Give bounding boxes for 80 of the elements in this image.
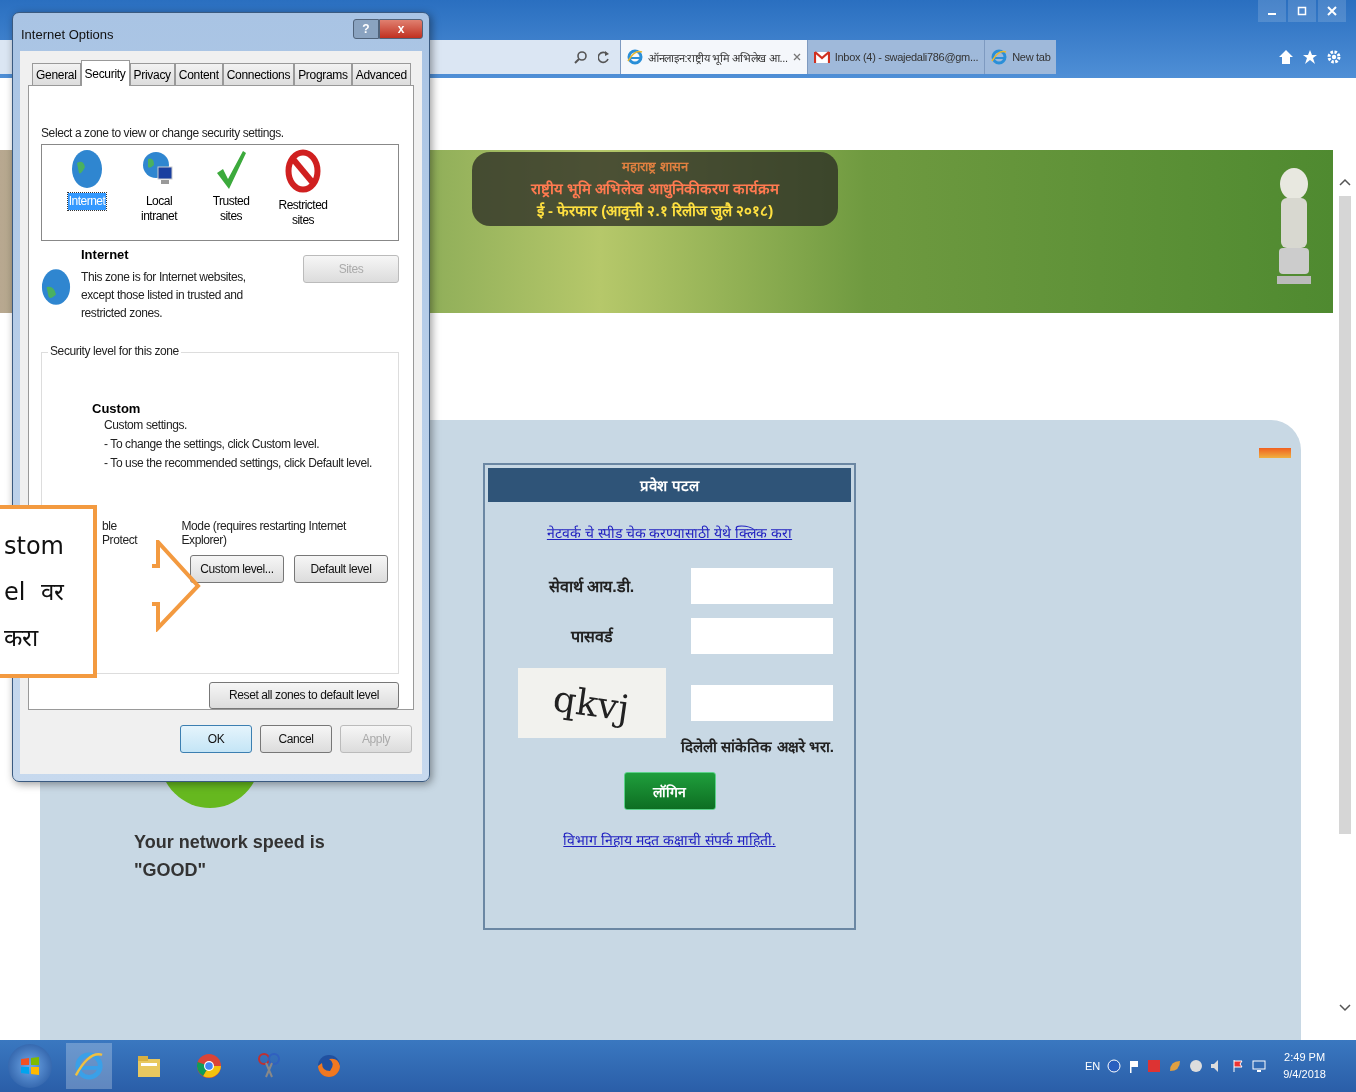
level-description: - To change the settings, click Custom level.	[104, 436, 321, 454]
zone-prompt: Select a zone to view or change security settings.	[41, 126, 285, 140]
globe-icon	[41, 267, 71, 308]
globe-icon	[71, 149, 103, 189]
restore-icon[interactable]	[1288, 0, 1316, 22]
scroll-up-icon[interactable]	[1338, 178, 1351, 186]
start-button[interactable]	[8, 1044, 52, 1088]
browser-tab[interactable]: ऑनलाइन:राष्ट्रीय भूमि अभिलेख आ...	[620, 40, 807, 74]
network-speed-text: "GOOD"	[134, 859, 207, 882]
dialog-button[interactable]: OK	[180, 725, 252, 753]
star-icon[interactable]	[1302, 49, 1318, 65]
close-button[interactable]: x	[379, 19, 423, 39]
home-icon[interactable]	[1278, 49, 1294, 65]
protected-mode-label: Mode (requires restarting Internet Explorer)	[181, 519, 348, 548]
leaf-icon[interactable]	[1168, 1059, 1183, 1073]
reset-zones-button[interactable]: Reset all zones to default level	[209, 681, 399, 709]
level-button[interactable]: Custom level...	[190, 555, 284, 584]
dialog-button[interactable]: Cancel	[260, 725, 332, 753]
scroll-down-icon[interactable]	[1338, 1004, 1351, 1012]
language-indicator[interactable]: EN	[1084, 1060, 1101, 1072]
dialog-title: Internet Options	[21, 27, 115, 42]
browser-logo-icon[interactable]	[66, 1043, 112, 1089]
captcha-field[interactable]	[690, 685, 833, 721]
zone-item[interactable]: Restricted sites	[272, 197, 334, 229]
banner-heading: महाराष्ट्र शासन	[622, 158, 688, 176]
clock-date[interactable]: 9/4/2018	[1283, 1066, 1326, 1083]
clock-time[interactable]: 2:49 PM	[1284, 1049, 1326, 1066]
dialog-tab[interactable]: Security	[80, 60, 130, 86]
level-description: - To use the recommended settings, click Default level.	[104, 455, 373, 473]
settings-icon[interactable]	[1326, 49, 1342, 65]
level-button[interactable]: Default level	[294, 555, 388, 584]
close-icon[interactable]	[1318, 0, 1346, 22]
field-label: पासवर्ड	[570, 626, 613, 647]
login-header: प्रवेश पटल	[488, 468, 851, 502]
zone-description: This zone is for Internet websites, except those listed in trusted and restricted zones.	[81, 269, 247, 323]
zone-name: Internet	[81, 247, 130, 263]
browser-tab[interactable]: New tab	[984, 40, 1057, 74]
callout-text: करा	[4, 622, 40, 654]
close-tab-icon[interactable]	[792, 53, 801, 61]
protected-mode-label: ble Protect	[102, 519, 139, 548]
refresh-icon[interactable]	[598, 50, 610, 64]
dialog-tab[interactable]: Advanced	[351, 63, 411, 85]
dialog-tab[interactable]: Privacy	[129, 63, 175, 85]
callout-text: el वर	[4, 576, 66, 608]
level-name: Custom	[92, 401, 142, 417]
banner-heading: राष्ट्रीय भूमि अभिलेख आधुनिकीकरण कार्यक्रम	[531, 179, 779, 200]
minimize-icon[interactable]	[1258, 0, 1286, 22]
mail-icon	[813, 50, 830, 64]
display-icon[interactable]	[1252, 1059, 1267, 1073]
checkmark-icon	[215, 149, 247, 189]
zone-item[interactable]: Local intranet	[128, 193, 190, 225]
dialog-tab[interactable]: General	[32, 63, 81, 85]
prohibited-icon	[285, 149, 321, 193]
login-button[interactable]: लॉगिन	[623, 772, 716, 810]
flag-tray-icon[interactable]	[1128, 1059, 1141, 1073]
zone-item[interactable]: Trusted sites	[200, 193, 262, 225]
password-field[interactable]	[690, 618, 833, 654]
speed-check-link[interactable]: नेटवर्क चे स्पीड चेक करण्यासाठी येथे क्लिक करा	[546, 523, 793, 542]
scroll-thumb[interactable]	[1338, 196, 1351, 834]
dialog-tab[interactable]: Programs	[294, 63, 352, 85]
action-center-icon[interactable]	[1231, 1059, 1246, 1073]
browser-logo-icon	[627, 49, 643, 65]
browser-logo-icon	[991, 49, 1008, 65]
captcha-hint: दिलेली सांकेतिक अक्षरे भरा.	[681, 737, 834, 756]
banner-heading: ई - फेरफार (आवृत्ती २.१ रिलीज जुलै २०१८)	[536, 201, 774, 222]
dialog-tab[interactable]: Connections	[222, 63, 295, 85]
captcha-image: qkvj	[517, 668, 666, 738]
search-icon[interactable]	[574, 50, 588, 64]
level-description: Custom settings.	[104, 417, 188, 435]
windows-logo-icon[interactable]	[19, 1055, 41, 1077]
flag-icon	[1259, 448, 1291, 458]
callout-text: stom	[4, 530, 65, 562]
help-contact-link[interactable]: विभाग निहाय मदत कक्षाची संपर्क माहिती.	[563, 830, 776, 849]
field-label: सेवार्थ आय.डी.	[548, 576, 635, 597]
network-icon[interactable]	[1189, 1059, 1204, 1073]
user-id-field[interactable]	[690, 568, 833, 604]
dialog-tab[interactable]: Content	[174, 63, 223, 85]
group-title: Security level for this zone	[48, 344, 181, 359]
browser-tab[interactable]: Inbox (4) - swajedali786@gm...	[806, 40, 985, 74]
network-speed-text: Your network speed is	[134, 831, 325, 854]
